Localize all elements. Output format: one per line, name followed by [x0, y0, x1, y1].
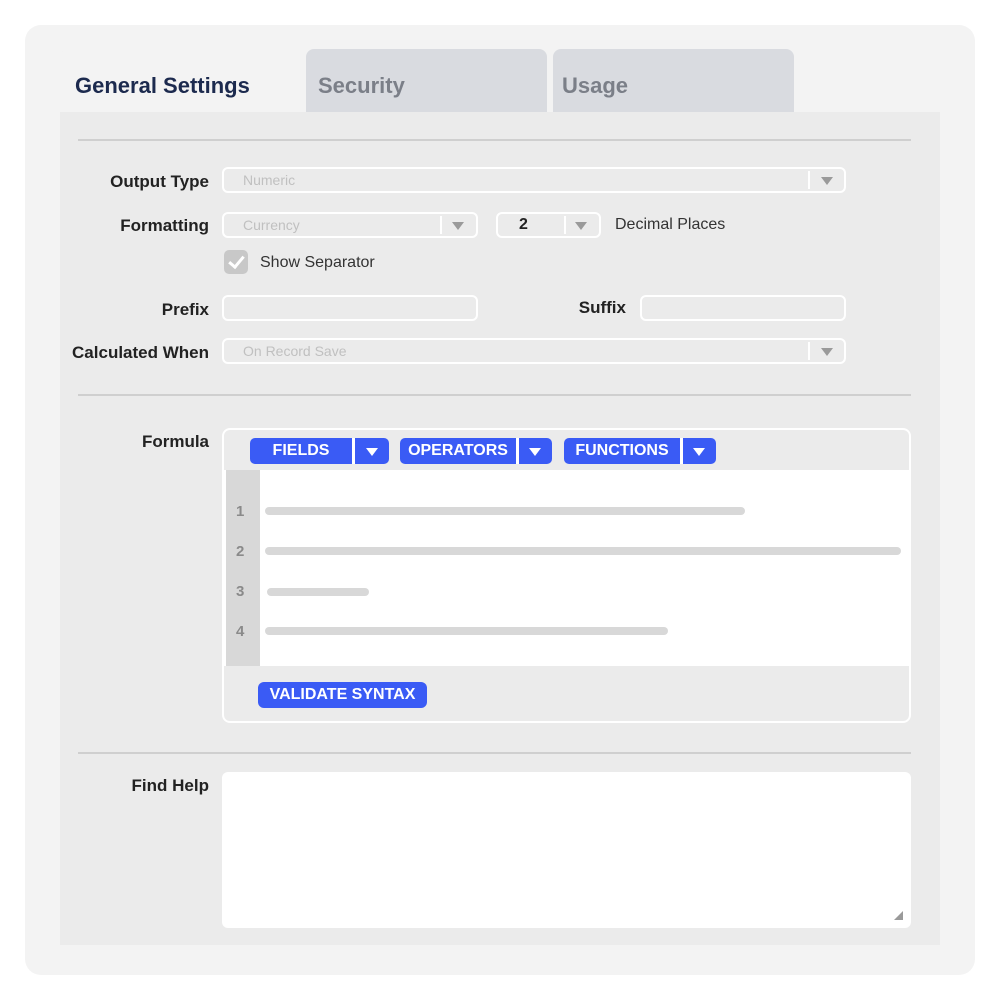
chevron-down-icon — [575, 222, 587, 230]
formula-code-area[interactable]: 1 2 3 4 — [224, 470, 909, 666]
formula-label: Formula — [141, 432, 209, 451]
line-number: 3 — [236, 583, 245, 600]
calculated-when-value: On Record Save — [243, 343, 347, 359]
tab-general-settings[interactable]: General Settings — [60, 49, 301, 113]
chevron-down-icon[interactable] — [529, 448, 541, 456]
output-type-label: Output Type — [110, 172, 209, 191]
formatting-label: Formatting — [120, 216, 209, 235]
divider — [78, 139, 911, 141]
functions-button-label: FUNCTIONS — [575, 442, 669, 459]
tab-security[interactable]: Security — [306, 49, 547, 113]
resize-handle-icon[interactable] — [894, 911, 903, 920]
button-separator — [352, 438, 355, 464]
chevron-down-icon[interactable] — [366, 448, 378, 456]
functions-button[interactable]: FUNCTIONS — [564, 438, 716, 464]
line-number: 2 — [236, 543, 245, 560]
prefix-label: Prefix — [161, 300, 209, 319]
output-type-value: Numeric — [243, 172, 296, 188]
suffix-label: Suffix — [578, 298, 626, 317]
chevron-down-icon — [821, 348, 833, 356]
code-line — [265, 507, 745, 515]
formatting-select[interactable]: Currency — [222, 212, 478, 238]
find-help-textarea[interactable] — [222, 772, 911, 928]
chevron-down-icon[interactable] — [693, 448, 705, 456]
decimal-places-value: 2 — [519, 216, 528, 233]
line-number: 4 — [236, 623, 245, 640]
chevron-down-icon — [452, 222, 464, 230]
output-type-select[interactable]: Numeric — [222, 167, 846, 193]
divider — [78, 394, 911, 396]
tab-usage[interactable]: Usage — [553, 49, 794, 113]
decimal-places-label: Decimal Places — [615, 216, 726, 233]
show-separator-checkbox[interactable] — [224, 250, 248, 274]
line-number: 1 — [236, 503, 245, 520]
formula-editor: FIELDS OPERATORS FUNCTIONS 1 2 3 4 VALID… — [222, 428, 911, 723]
select-separator — [808, 342, 810, 360]
operators-button-label: OPERATORS — [408, 442, 508, 459]
select-separator — [440, 216, 442, 234]
button-separator — [680, 438, 683, 464]
operators-button[interactable]: OPERATORS — [400, 438, 552, 464]
calculated-when-label: Calculated When — [72, 343, 209, 362]
line-number-gutter: 1 2 3 4 — [226, 470, 260, 666]
find-help-label: Find Help — [131, 776, 209, 795]
decimal-places-select[interactable]: 2 — [496, 212, 601, 238]
validate-syntax-button[interactable]: VALIDATE SYNTAX — [258, 682, 427, 708]
chevron-down-icon — [821, 177, 833, 185]
fields-button-label: FIELDS — [272, 442, 330, 459]
button-separator — [516, 438, 519, 464]
select-separator — [808, 171, 810, 189]
select-separator — [564, 216, 566, 234]
code-line — [265, 547, 901, 555]
divider — [78, 752, 911, 754]
show-separator-label: Show Separator — [260, 254, 375, 271]
code-line — [267, 588, 369, 596]
formatting-value: Currency — [243, 217, 300, 233]
calculated-when-select[interactable]: On Record Save — [222, 338, 846, 364]
code-line — [265, 627, 668, 635]
fields-button[interactable]: FIELDS — [250, 438, 389, 464]
suffix-input[interactable] — [640, 295, 846, 321]
